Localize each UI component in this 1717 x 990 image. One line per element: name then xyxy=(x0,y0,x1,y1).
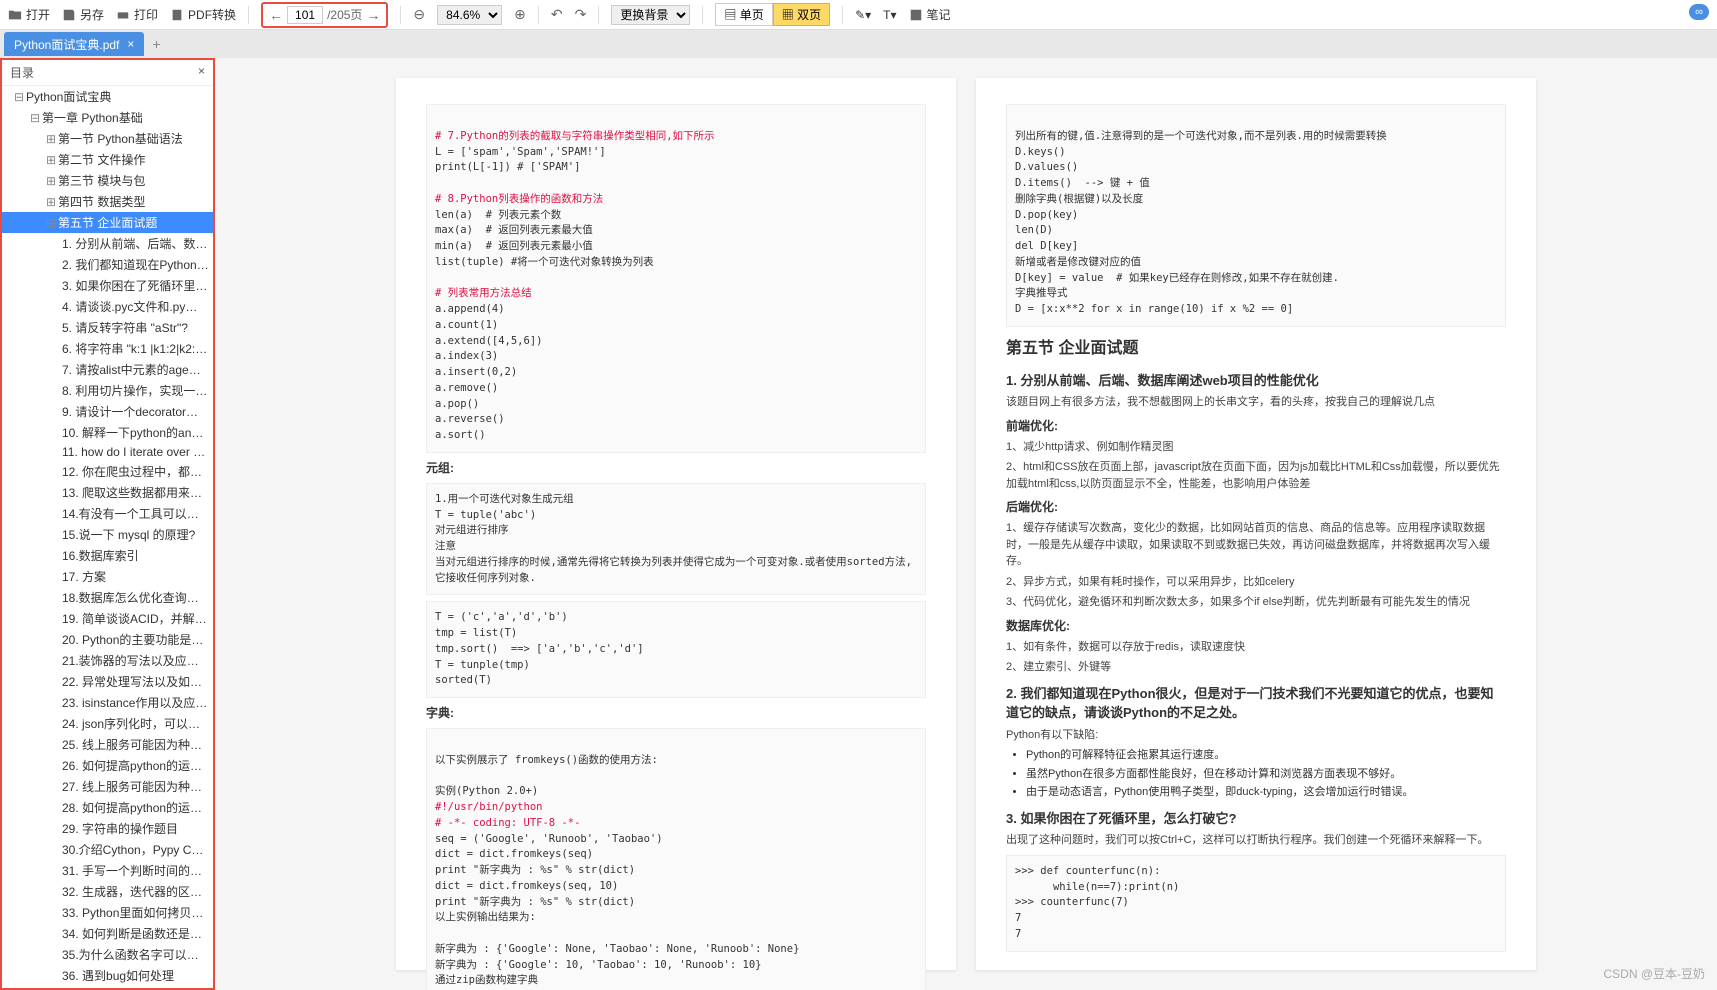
tree-item[interactable]: 16.数据库索引 xyxy=(2,545,213,566)
tree-section-selected[interactable]: ⊟第五节 企业面试题 xyxy=(2,212,213,233)
notes-button[interactable]: 笔记 xyxy=(909,6,951,23)
q1-title: 1. 分别从前端、后端、数据库阐述web项目的性能优化 xyxy=(1006,371,1506,391)
tree-item[interactable]: 35.为什么函数名字可以当做参 xyxy=(2,944,213,965)
tab-bar: Python面试宝典.pdf × + xyxy=(0,30,1717,58)
single-page-button[interactable]: ▤ 单页 xyxy=(715,3,772,26)
save-as-button[interactable]: 另存 xyxy=(62,6,104,23)
tree-item[interactable]: 30.介绍Cython，Pypy Cpytho xyxy=(2,839,213,860)
tree-item[interactable]: 21.装饰器的写法以及应用场景 xyxy=(2,650,213,671)
tree-item[interactable]: 1. 分别从前端、后端、数据库 xyxy=(2,233,213,254)
zoom-select[interactable]: 84.6% xyxy=(437,5,502,25)
section-title: 第五节 企业面试题 xyxy=(1006,337,1506,361)
pdf-convert-button[interactable]: PDF转换 xyxy=(170,6,236,23)
tree-item[interactable]: 32. 生成器，迭代器的区别？ xyxy=(2,881,213,902)
outline-sidebar: 目录 × ⊟Python面试宝典 ⊟第一章 Python基础 ⊞第一节 Pyth… xyxy=(0,58,215,990)
rotate-right-button[interactable]: ↷ xyxy=(575,6,587,23)
tree-item[interactable]: 12. 你在爬虫过程中，都是怎么 xyxy=(2,461,213,482)
watermark: CSDN @豆本-豆奶 xyxy=(1603,965,1705,982)
tree-item[interactable]: 18.数据库怎么优化查询效率? xyxy=(2,587,213,608)
main-toolbar: 打开 另存 打印 PDF转换 ← /205页 → ⊖ 84.6% ⊕ ↶ ↷ 更… xyxy=(0,0,1717,30)
tree-item[interactable]: 33. Python里面如何拷贝一个对 xyxy=(2,902,213,923)
tree-item[interactable]: 24. json序列化时，可以处理的 xyxy=(2,713,213,734)
tree-item[interactable]: 36. 遇到bug如何处理 xyxy=(2,965,213,986)
page-total: /205页 xyxy=(327,6,362,23)
tree-item[interactable]: 26. 如何提高python的运行效率 xyxy=(2,755,213,776)
prev-page-button[interactable]: ← xyxy=(269,7,283,23)
tree-item[interactable]: 13. 爬取这些数据都用来做什么 xyxy=(2,482,213,503)
document-tab[interactable]: Python面试宝典.pdf × xyxy=(4,32,144,56)
open-button[interactable]: 打开 xyxy=(8,6,50,23)
tree-item[interactable]: 3. 如果你困在了死循环里，怎 xyxy=(2,275,213,296)
tree-item[interactable]: 28. 如何提高python的运行效率 xyxy=(2,797,213,818)
tree-item[interactable]: 19. 简单谈谈ACID，并解释每一 xyxy=(2,608,213,629)
tree-section[interactable]: ⊞第二节 文件操作 xyxy=(2,149,213,170)
zoom-in-button[interactable]: ⊕ xyxy=(514,6,526,23)
page-right: 列出所有的键,值.注意得到的是一个可迭代对象,而不是列表.用的时候需要转换 D.… xyxy=(976,78,1536,970)
highlight-button[interactable]: ✎▾ xyxy=(855,8,871,22)
folder-icon xyxy=(8,8,22,22)
note-icon xyxy=(909,8,923,22)
tab-title: Python面试宝典.pdf xyxy=(14,36,119,53)
tree-item[interactable]: 8. 利用切片操作，实现一个trim xyxy=(2,380,213,401)
extension-icon[interactable]: ∞ xyxy=(1689,4,1709,20)
tree-item[interactable]: 29. 字符串的操作题目 xyxy=(2,818,213,839)
print-button[interactable]: 打印 xyxy=(116,6,158,23)
tree-item[interactable]: 37.分别从前端、后端、数据库 xyxy=(2,986,213,988)
tree-section[interactable]: ⊞第三节 模块与包 xyxy=(2,170,213,191)
document-viewport[interactable]: # 7.Python的列表的截取与字符串操作类型相同,如下所示 L = ['sp… xyxy=(215,58,1717,990)
outline-tree: ⊟Python面试宝典 ⊟第一章 Python基础 ⊞第一节 Python基础语… xyxy=(2,86,213,988)
rotate-left-button[interactable]: ↶ xyxy=(551,6,563,23)
print-icon xyxy=(116,8,130,22)
background-select[interactable]: 更换背景 xyxy=(611,5,690,25)
tree-item[interactable]: 5. 请反转字符串 "aStr"? xyxy=(2,317,213,338)
text-button[interactable]: T▾ xyxy=(883,8,896,22)
sidebar-close-icon[interactable]: × xyxy=(198,64,205,81)
tab-close-button[interactable]: × xyxy=(127,37,134,51)
tree-item[interactable]: 34. 如何判断是函数还是方法？ xyxy=(2,923,213,944)
tree-item[interactable]: 10. 解释一下python的and-or xyxy=(2,422,213,443)
add-tab-button[interactable]: + xyxy=(152,36,160,52)
tree-item[interactable]: 25. 线上服务可能因为种种原因 xyxy=(2,734,213,755)
sidebar-header: 目录 × xyxy=(2,60,213,86)
tree-item[interactable]: 17. 方案 xyxy=(2,566,213,587)
tree-item[interactable]: 11. how do I iterate over a s xyxy=(2,443,213,461)
tree-item[interactable]: 27. 线上服务可能因为种种原因 xyxy=(2,776,213,797)
page-left: # 7.Python的列表的截取与字符串操作类型相同,如下所示 L = ['sp… xyxy=(396,78,956,970)
view-toggle: ▤ 单页 ▦ 双页 xyxy=(715,3,830,26)
double-page-button[interactable]: ▦ 双页 xyxy=(773,3,830,26)
tree-item[interactable]: 14.有没有一个工具可以帮助查 xyxy=(2,503,213,524)
tree-item[interactable]: 15.说一下 mysql 的原理? xyxy=(2,524,213,545)
tree-item[interactable]: 4. 请谈谈.pyc文件和.py文件的 xyxy=(2,296,213,317)
tuple-heading: 元组: xyxy=(426,459,926,477)
page-input[interactable] xyxy=(287,6,323,24)
tree-section[interactable]: ⊞第一节 Python基础语法 xyxy=(2,128,213,149)
page-navigator: ← /205页 → xyxy=(261,2,388,28)
tree-root[interactable]: ⊟Python面试宝典 xyxy=(2,86,213,107)
tree-item[interactable]: 23. isinstance作用以及应用场 xyxy=(2,692,213,713)
tree-item[interactable]: 6. 将字符串 "k:1 |k1:2|k2:3|k3 xyxy=(2,338,213,359)
tree-item[interactable]: 31. 手写一个判断时间的装饰器 xyxy=(2,860,213,881)
tree-item[interactable]: 9. 请设计一个decorator，它可 xyxy=(2,401,213,422)
tree-item[interactable]: 20. Python的主要功能是什么？ xyxy=(2,629,213,650)
zoom-out-button[interactable]: ⊖ xyxy=(413,6,425,23)
tree-item[interactable]: 7. 请按alist中元素的age由大 xyxy=(2,359,213,380)
tree-chapter[interactable]: ⊟第一章 Python基础 xyxy=(2,107,213,128)
tree-section[interactable]: ⊞第四节 数据类型 xyxy=(2,191,213,212)
next-page-button[interactable]: → xyxy=(366,7,380,23)
q2-title: 2. 我们都知道现在Python很火，但是对于一门技术我们不光要知道它的优点，也… xyxy=(1006,684,1506,723)
dict-heading: 字典: xyxy=(426,704,926,722)
convert-icon xyxy=(170,8,184,22)
tree-item[interactable]: 22. 异常处理写法以及如何主动 xyxy=(2,671,213,692)
tree-item[interactable]: 2. 我们都知道现在Python很火 xyxy=(2,254,213,275)
q3-title: 3. 如果你困在了死循环里，怎么打破它? xyxy=(1006,809,1506,829)
save-icon xyxy=(62,8,76,22)
